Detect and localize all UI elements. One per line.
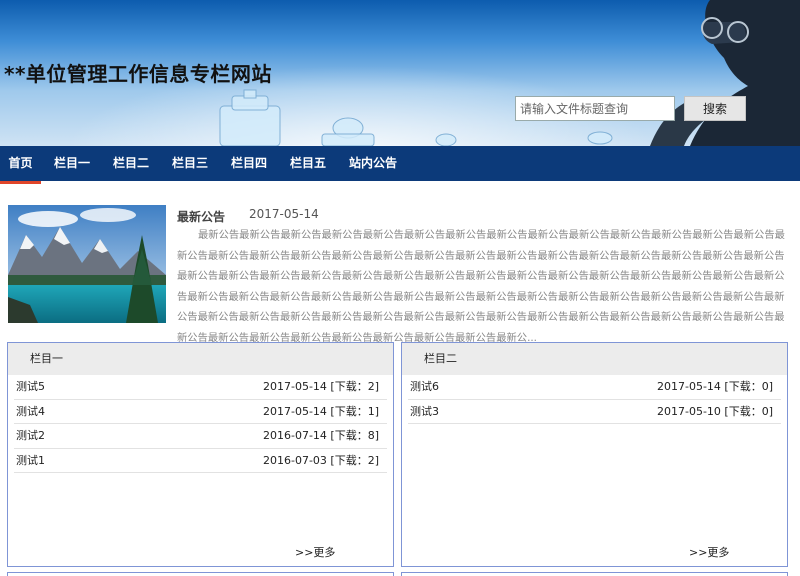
list-item-meta: 2017-05-14 [下载：2]	[262, 380, 379, 393]
announcement-image[interactable]	[8, 205, 166, 323]
list-item: 测试2 2016-07-14 [下载：8]	[14, 424, 387, 449]
nav-item-column-5[interactable]: 栏目五	[285, 146, 331, 181]
list-item: 测试5 2017-05-14 [下载：2]	[14, 375, 387, 400]
announcement-date: 2017-05-14	[249, 207, 319, 221]
more-link[interactable]: >>更多	[689, 544, 729, 560]
site-title: **单位管理工作信息专栏网站	[4, 62, 272, 86]
list-item-title[interactable]: 测试4	[16, 400, 45, 424]
main-nav: 首页 栏目一 栏目二 栏目三 栏目四 栏目五 站内公告	[0, 146, 800, 184]
nav-item-column-3[interactable]: 栏目三	[167, 146, 213, 181]
search-button[interactable]: 搜索	[684, 96, 746, 121]
header-banner: **单位管理工作信息专栏网站 搜索	[0, 0, 800, 146]
list-item-title[interactable]: 测试6	[410, 375, 439, 399]
list-item: 测试6 2017-05-14 [下载：0]	[408, 375, 781, 400]
more-link[interactable]: >>更多	[295, 544, 335, 560]
list-item: 测试3 2017-05-10 [下载：0]	[408, 400, 781, 424]
nav-item-column-1[interactable]: 栏目一	[49, 146, 95, 181]
list-item: 测试1 2016-07-03 [下载：2]	[14, 449, 387, 473]
panel-column-4-edge	[401, 572, 788, 576]
nav-item-announcements[interactable]: 站内公告	[344, 146, 402, 181]
list-item-meta: 2016-07-03 [下载：2]	[262, 453, 379, 467]
search-input[interactable]	[515, 96, 675, 121]
list-item-meta: 2016-07-14 [下载：8]	[262, 429, 379, 442]
list-item-title[interactable]: 测试1	[16, 449, 45, 473]
nav-item-home[interactable]: 首页	[0, 146, 41, 184]
nav-item-column-2[interactable]: 栏目二	[108, 146, 154, 181]
panel-title[interactable]: 栏目一	[8, 343, 393, 375]
list-item-title[interactable]: 测试2	[16, 424, 45, 448]
list-item: 测试4 2017-05-14 [下载：1]	[14, 400, 387, 424]
announcement-body: 最新公告最新公告最新公告最新公告最新公告最新公告最新公告最新公告最新公告最新公告…	[177, 229, 785, 344]
panel-title[interactable]: 栏目二	[402, 343, 787, 375]
list-item-meta: 2017-05-10 [下载：0]	[656, 404, 773, 418]
panel-column-2: 栏目二 测试6 2017-05-14 [下载：0] 测试3 2017-05-10…	[401, 342, 788, 567]
announcement-title[interactable]: 最新公告	[177, 208, 225, 225]
panel-column-3-edge	[7, 572, 394, 576]
list-item-title[interactable]: 测试3	[410, 400, 439, 424]
list-item-meta: 2017-05-14 [下载：0]	[656, 380, 773, 393]
panel-list: 测试5 2017-05-14 [下载：2] 测试4 2017-05-14 [下载…	[8, 375, 393, 473]
panel-column-1: 栏目一 测试5 2017-05-14 [下载：2] 测试4 2017-05-14…	[7, 342, 394, 567]
panel-list: 测试6 2017-05-14 [下载：0] 测试3 2017-05-10 [下载…	[402, 375, 787, 424]
nav-item-column-4[interactable]: 栏目四	[226, 146, 272, 181]
list-item-meta: 2017-05-14 [下载：1]	[262, 404, 379, 418]
list-item-title[interactable]: 测试5	[16, 375, 45, 399]
